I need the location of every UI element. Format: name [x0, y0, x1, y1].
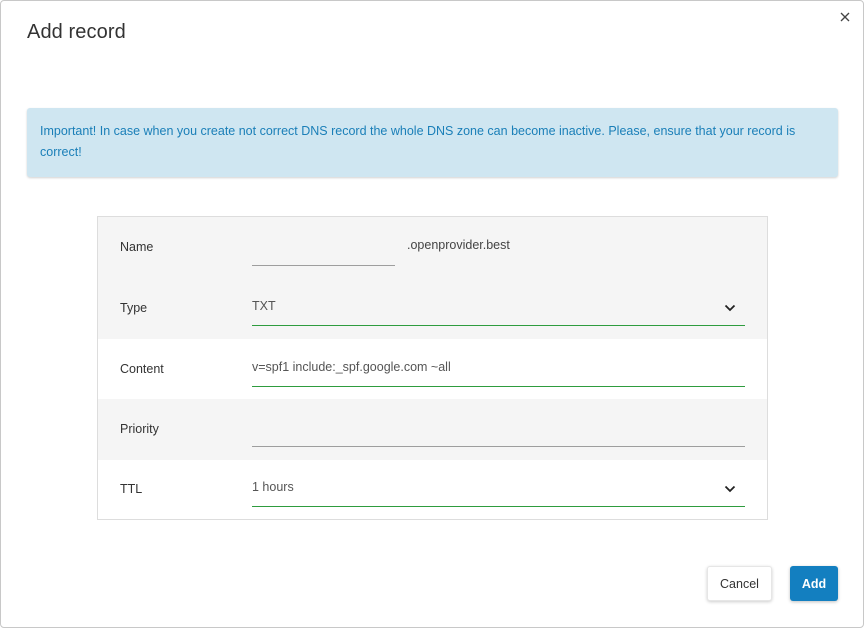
form-row-type: Type TXT — [98, 278, 767, 339]
close-button[interactable] — [837, 9, 853, 25]
type-label: Type — [120, 301, 148, 315]
chevron-down-icon[interactable] — [723, 482, 737, 496]
form-row-content: Content — [98, 339, 767, 400]
name-label: Name — [120, 240, 154, 254]
priority-label: Priority — [120, 422, 159, 436]
add-button[interactable]: Add — [790, 566, 838, 601]
warning-alert: Important! In case when you create not c… — [27, 108, 838, 177]
alert-text: Important! In case when you create not c… — [40, 124, 796, 159]
content-input[interactable] — [252, 360, 745, 374]
content-field[interactable] — [252, 355, 745, 387]
ttl-select[interactable]: 1 hours — [252, 475, 745, 507]
content-label: Content — [120, 362, 164, 376]
form-row-priority: Priority — [98, 399, 767, 460]
type-value: TXT — [252, 299, 276, 313]
name-input[interactable] — [252, 239, 395, 253]
dialog-title: Add record — [27, 21, 126, 43]
name-field[interactable] — [252, 234, 395, 266]
ttl-label: TTL — [120, 482, 143, 496]
priority-field[interactable] — [252, 415, 745, 447]
chevron-down-icon[interactable] — [723, 301, 737, 315]
form-row-name: Name .openprovider.best — [98, 217, 767, 278]
domain-suffix: .openprovider.best — [407, 238, 510, 252]
close-icon — [840, 12, 850, 22]
priority-input[interactable] — [252, 420, 745, 434]
type-select[interactable]: TXT — [252, 294, 745, 326]
record-form: Name .openprovider.best Type TXT Content — [97, 216, 768, 520]
form-row-ttl: TTL 1 hours — [98, 459, 767, 520]
add-record-dialog: Add record Important! In case when you c… — [0, 0, 864, 628]
cancel-button[interactable]: Cancel — [707, 566, 772, 601]
ttl-value: 1 hours — [252, 480, 294, 494]
